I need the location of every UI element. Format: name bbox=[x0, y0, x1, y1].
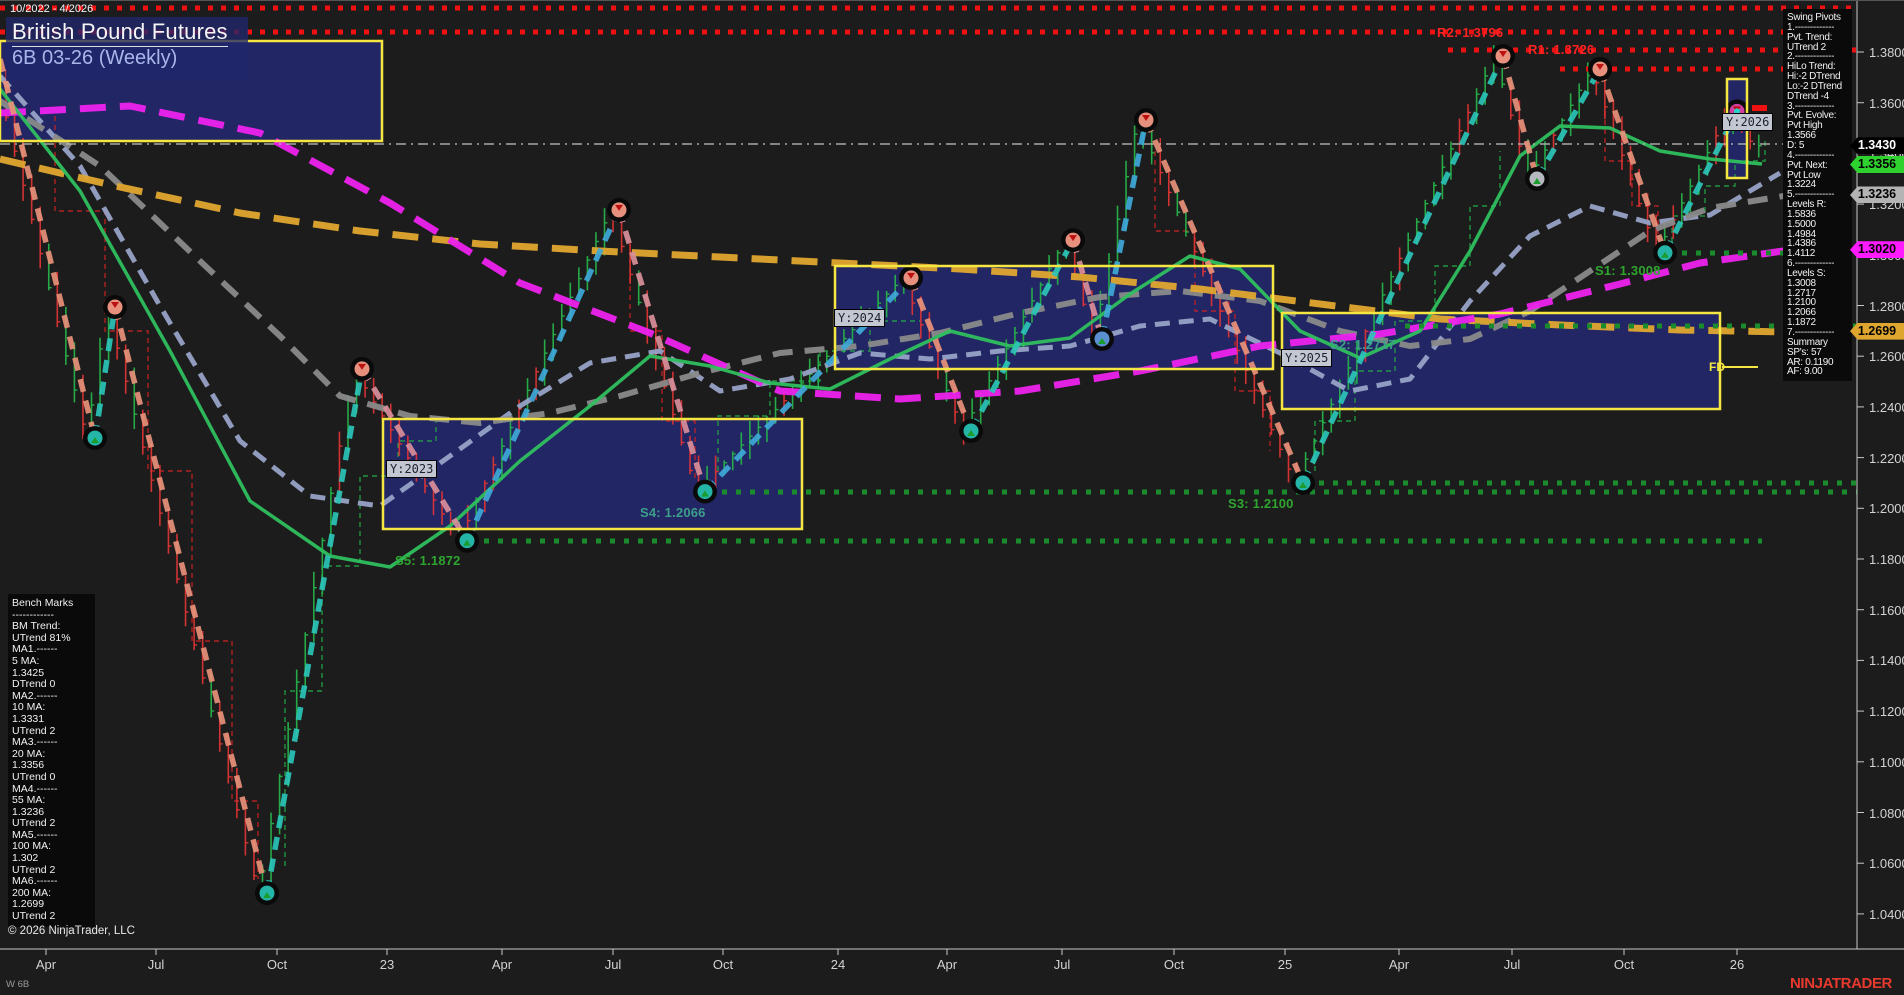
resistance-level-label: R2: 1.3796 bbox=[1437, 25, 1504, 40]
time-axis-label: Apr bbox=[1388, 957, 1410, 972]
zigzag-leg bbox=[112, 306, 270, 894]
year-range-box-fill bbox=[383, 419, 802, 529]
bench-marks-line: UTrend 0 bbox=[12, 770, 56, 783]
swing-pivots-line: AF: 9.00 bbox=[1787, 366, 1823, 378]
ninjatrader-logo: NINJATRADER bbox=[1790, 975, 1892, 992]
support-level-label: S1: 1.3008 bbox=[1595, 263, 1661, 278]
bench-marks-line: 1.3331 bbox=[12, 712, 45, 725]
support-level-label: S2: 1.2717 bbox=[1330, 337, 1396, 352]
price-tick-label: 1.3800 bbox=[1869, 45, 1904, 60]
time-axis-label: Apr bbox=[936, 957, 958, 972]
time-axis-label: Jul bbox=[1053, 957, 1071, 972]
time-axis-label: Jul bbox=[604, 957, 622, 972]
trend-step-line bbox=[1314, 151, 1501, 471]
year-label-chip: Y:2023 bbox=[386, 460, 438, 478]
series-status-label: W 6B bbox=[6, 979, 30, 990]
time-axis-label: 24 bbox=[830, 957, 846, 972]
bench-marks-line: DTrend 0 bbox=[12, 678, 56, 691]
time-axis-label: Apr bbox=[35, 957, 57, 972]
price-tick-label: 1.1800 bbox=[1869, 552, 1904, 567]
time-axis-label: Oct bbox=[712, 957, 734, 972]
bench-marks-line: UTrend 2 bbox=[12, 910, 56, 923]
price-tick-label: 1.0800 bbox=[1869, 805, 1904, 821]
support-level-label: S4: 1.2066 bbox=[640, 505, 706, 520]
time-axis-label: 26 bbox=[1729, 957, 1745, 972]
time-axis-label: Oct bbox=[266, 957, 288, 972]
time-axis-label: Oct bbox=[1163, 957, 1185, 972]
price-tick-label: 1.3600 bbox=[1869, 95, 1904, 111]
support-level-label: S3: 1.2100 bbox=[1228, 496, 1294, 511]
price-tick-label: 1.2600 bbox=[1869, 349, 1904, 365]
price-tick-label: 1.1000 bbox=[1869, 754, 1904, 770]
zigzag-leg bbox=[1300, 54, 1506, 485]
support-level-label: S5: 1.1872 bbox=[395, 553, 461, 568]
instrument-subtitle: 6B 03-26 (Weekly) bbox=[12, 47, 178, 69]
bench-marks-line: MA3.------ bbox=[12, 736, 58, 749]
bench-marks-line: 55 MA: bbox=[12, 794, 46, 807]
copyright-text: © 2026 NinjaTrader, LLC bbox=[8, 925, 135, 937]
date-range-label: 10/2022 - 4/2026 bbox=[10, 3, 94, 15]
swing-pivots-panel: Swing Pivots 1.------------- Pvt. Trend: UT… bbox=[1783, 9, 1852, 382]
time-axis-label: Jul bbox=[1503, 957, 1521, 972]
price-tick-label: 1.1200 bbox=[1869, 704, 1904, 720]
price-badge: 1.3020 bbox=[1850, 241, 1904, 259]
price-tick-label: 1.1600 bbox=[1869, 602, 1904, 618]
resistance-level-label: R1: 1.3726 bbox=[1528, 42, 1595, 57]
bench-marks-line: 1.302 bbox=[12, 852, 39, 865]
price-badge: 1.3236 bbox=[1850, 186, 1904, 204]
ninjatrader-chart-window: 10/2022 - 4/2026 British Pound Futures 6… bbox=[0, 0, 1904, 995]
price-tick-label: 1.2000 bbox=[1869, 501, 1904, 517]
zigzag-leg bbox=[1534, 67, 1603, 181]
year-label-chip: Y:2026 bbox=[1722, 113, 1774, 131]
year-label-chip: Y:2024 bbox=[834, 309, 886, 327]
bench-marks-panel: Bench Marks ------------ BM Trend: UTrend 8… bbox=[8, 594, 95, 927]
price-badge: 1.3356 bbox=[1850, 156, 1904, 174]
price-badge: 1.2699 bbox=[1850, 322, 1904, 340]
page-title: British Pound Futures bbox=[12, 19, 228, 47]
time-axis-label: Oct bbox=[1613, 957, 1635, 972]
price-chart-canvas[interactable] bbox=[0, 1, 1904, 995]
price-tick-label: 1.1400 bbox=[1869, 653, 1904, 669]
bench-marks-line: Bench Marks bbox=[12, 597, 74, 609]
zigzag-leg bbox=[264, 368, 365, 894]
price-tick-label: 1.0400 bbox=[1869, 906, 1904, 922]
price-tick-label: 1.2800 bbox=[1869, 298, 1904, 314]
price-badge: 1.3430 bbox=[1850, 137, 1904, 155]
time-axis-label: 23 bbox=[379, 957, 395, 972]
zigzag-leg bbox=[92, 306, 118, 439]
fd-label: FD bbox=[1709, 360, 1725, 374]
price-tick-label: 1.0600 bbox=[1869, 856, 1904, 872]
time-axis-label: 25 bbox=[1277, 957, 1293, 972]
price-tick-label: 1.2400 bbox=[1869, 399, 1904, 415]
time-axis-label: Jul bbox=[147, 957, 165, 972]
trend-step-line bbox=[1671, 141, 1766, 251]
time-axis-label: Apr bbox=[491, 957, 513, 972]
price-tick-label: 1.2200 bbox=[1869, 450, 1904, 466]
bench-marks-line: 5 MA: bbox=[12, 654, 40, 667]
year-label-chip: Y:2025 bbox=[1281, 349, 1333, 367]
